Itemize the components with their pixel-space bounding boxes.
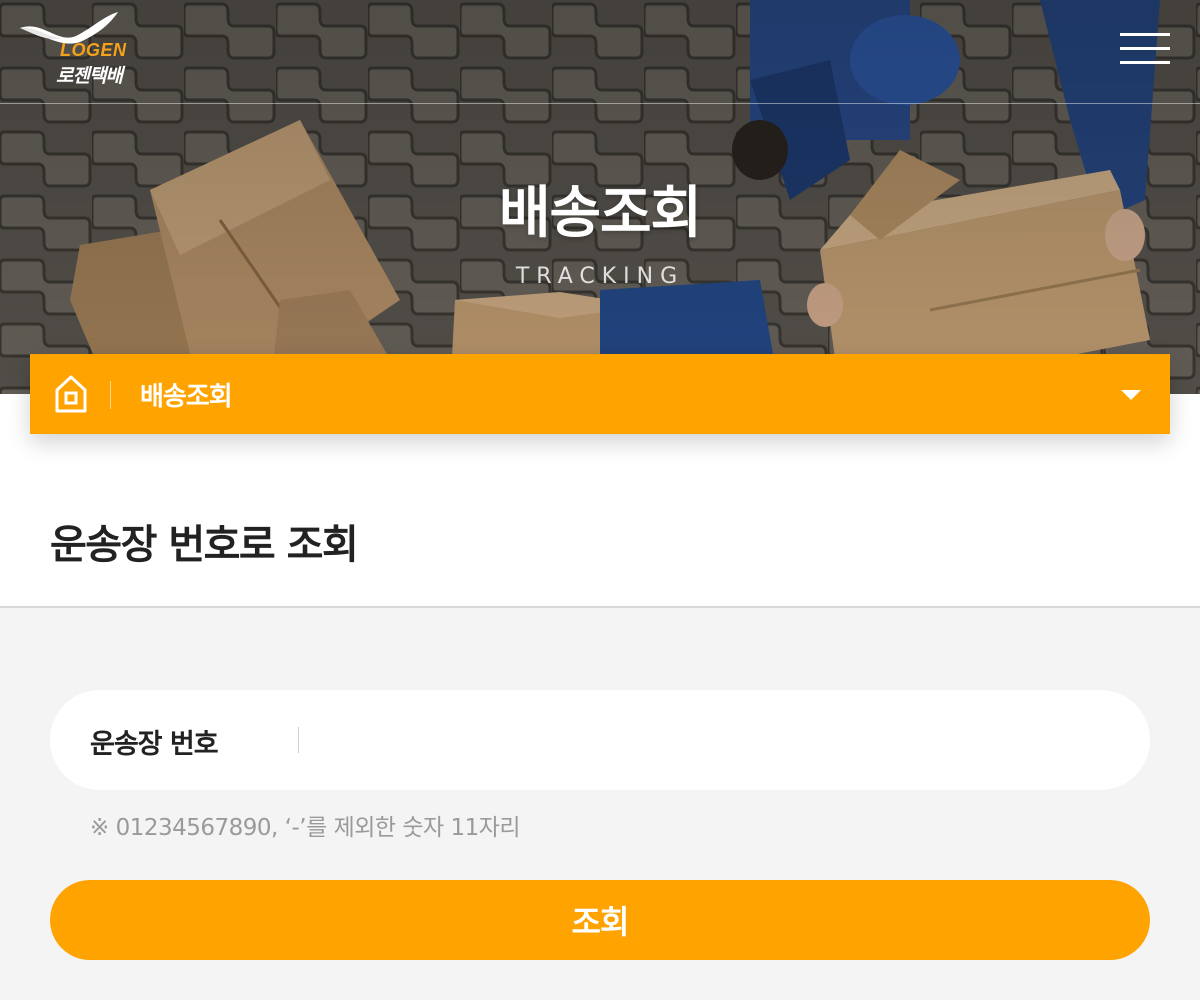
menu-line <box>1120 33 1170 36</box>
breadcrumb-current[interactable]: 배송조회 <box>140 376 233 413</box>
tracking-number-input[interactable] <box>320 710 1110 770</box>
search-button[interactable]: 조회 <box>50 880 1150 960</box>
logo-text-en: LOGEN <box>60 40 127 60</box>
caret-down-icon[interactable] <box>1116 382 1146 406</box>
menu-line <box>1120 61 1170 64</box>
home-icon[interactable] <box>54 374 88 414</box>
logo[interactable]: LOGEN 로젠택배 <box>18 10 136 87</box>
section-title: 운송장 번호로 조회 <box>50 522 359 568</box>
hamburger-icon[interactable] <box>1114 28 1176 70</box>
breadcrumb-divider <box>110 381 111 409</box>
input-divider <box>298 727 299 753</box>
page-subtitle: TRACKING <box>515 264 685 289</box>
site-header: LOGEN 로젠택배 <box>0 0 1200 104</box>
hero-banner: LOGEN 로젠택배 배송조회 TRACKING <box>0 0 1200 394</box>
input-hint: ※ 01234567890, ‘-’를 제외한 숫자 11자리 <box>90 815 521 841</box>
menu-line <box>1120 47 1170 50</box>
tracking-number-label: 운송장 번호 <box>90 729 219 760</box>
breadcrumb: 배송조회 <box>30 354 1170 434</box>
logo-text-ko: 로젠택배 <box>56 65 123 87</box>
tracking-number-field[interactable]: 운송장 번호 <box>50 690 1150 790</box>
page-title: 배송조회 <box>498 181 702 246</box>
